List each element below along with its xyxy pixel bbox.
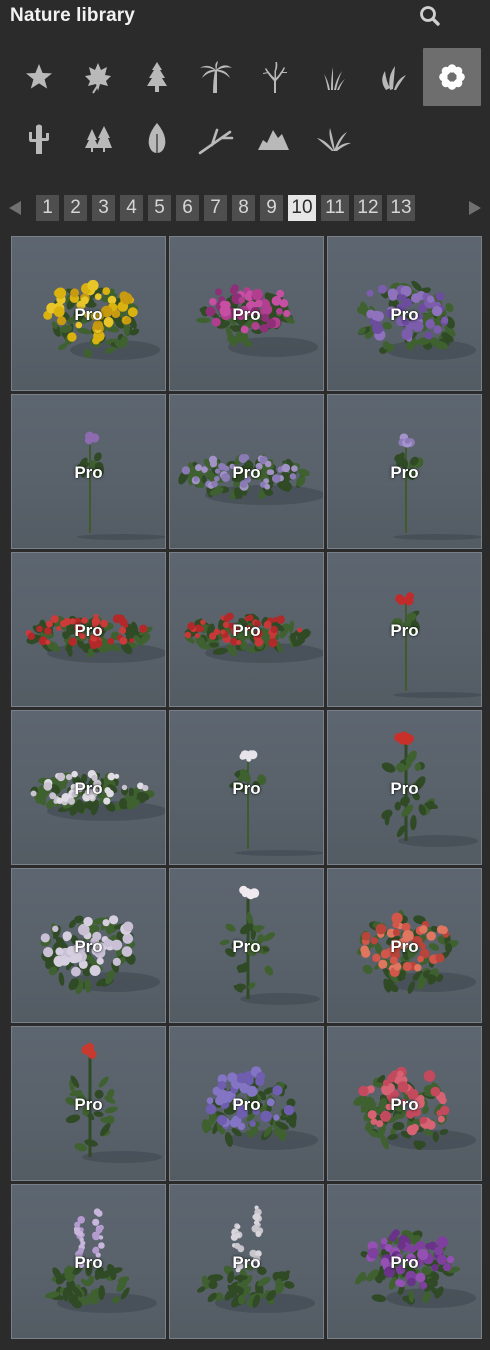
pro-badge: Pro	[232, 779, 261, 798]
asset-tile[interactable]: Pro	[11, 1184, 166, 1339]
asset-grid: Pro Pro Pro Pro Pro Pro Pro Pro Pro Pro Pro Pro Pro P…	[11, 236, 482, 1339]
page-button-4[interactable]: 4	[120, 195, 143, 221]
pro-badge: Pro	[232, 621, 261, 640]
category-conifer[interactable]	[128, 48, 186, 106]
asset-tile[interactable]: Pro	[169, 236, 324, 391]
page-button-5[interactable]: 5	[148, 195, 171, 221]
asset-tile[interactable]: Pro	[169, 1026, 324, 1181]
page-button-11[interactable]: 11	[321, 195, 349, 221]
pro-badge: Pro	[390, 305, 419, 324]
pro-badge: Pro	[232, 937, 261, 956]
triangle-right-icon	[469, 201, 481, 215]
pro-badge: Pro	[390, 779, 419, 798]
asset-tile[interactable]: Pro	[169, 1184, 324, 1339]
page-button-10[interactable]: 10	[288, 195, 316, 221]
palm-tree-icon	[200, 61, 232, 93]
rocks-icon	[258, 130, 289, 150]
pine-tree-icon	[147, 62, 167, 92]
pro-badge: Pro	[74, 779, 103, 798]
pro-badge: Pro	[74, 621, 103, 640]
star-icon	[26, 64, 52, 89]
page-button-3[interactable]: 3	[92, 195, 115, 221]
category-bare-tree[interactable]	[246, 48, 304, 106]
pro-badge: Pro	[390, 1253, 419, 1272]
page-button-7[interactable]: 7	[204, 195, 227, 221]
pro-badge: Pro	[232, 1095, 261, 1114]
pro-badge: Pro	[74, 1095, 103, 1114]
asset-tile[interactable]: Pro	[169, 868, 324, 1023]
pro-badge: Pro	[74, 463, 103, 482]
pro-badge: Pro	[232, 1253, 261, 1272]
category-single-leaf[interactable]	[128, 109, 186, 167]
category-palm[interactable]	[187, 48, 245, 106]
page-button-6[interactable]: 6	[176, 195, 199, 221]
pro-badge: Pro	[74, 937, 103, 956]
category-cactus[interactable]	[10, 109, 68, 167]
leaf-bush-icon	[382, 66, 406, 90]
search-button[interactable]	[417, 4, 443, 28]
category-favorites[interactable]	[10, 48, 68, 106]
asset-tile[interactable]: Pro	[327, 1184, 482, 1339]
pro-badge: Pro	[232, 305, 261, 324]
asset-tile[interactable]: Pro	[11, 394, 166, 549]
leaf-icon	[148, 123, 166, 156]
asset-tile[interactable]: Pro	[11, 1026, 166, 1181]
asset-tile[interactable]: Pro	[11, 710, 166, 865]
next-page-button[interactable]	[466, 197, 484, 219]
cactus-icon	[29, 124, 49, 154]
asset-tile[interactable]: Pro	[11, 868, 166, 1023]
page-button-8[interactable]: 8	[232, 195, 255, 221]
category-shrub[interactable]	[364, 48, 422, 106]
header: Nature library	[0, 0, 490, 34]
panel-title: Nature library	[10, 5, 135, 26]
category-leaf[interactable]	[69, 48, 127, 106]
page-button-9[interactable]: 9	[260, 195, 283, 221]
asset-tile[interactable]: Pro	[327, 868, 482, 1023]
pro-badge: Pro	[390, 937, 419, 956]
pagination: 1 2 3 4 5 6 7 8 9 10 11 12 13	[0, 194, 490, 222]
asset-tile[interactable]: Pro	[169, 394, 324, 549]
bare-tree-icon	[263, 62, 287, 93]
category-flowers[interactable]	[423, 48, 481, 106]
category-branch[interactable]	[187, 109, 245, 167]
pro-badge: Pro	[232, 463, 261, 482]
category-rocks[interactable]	[246, 109, 304, 167]
asset-tile[interactable]: Pro	[327, 236, 482, 391]
trees-icon	[85, 126, 112, 152]
asset-tile[interactable]: Pro	[169, 710, 324, 865]
maple-leaf-icon	[85, 63, 111, 94]
page-button-2[interactable]: 2	[64, 195, 87, 221]
triangle-left-icon	[9, 201, 21, 215]
pro-badge: Pro	[390, 463, 419, 482]
search-icon	[420, 6, 440, 26]
asset-tile[interactable]: Pro	[327, 1026, 482, 1181]
asset-tile[interactable]: Pro	[327, 710, 482, 865]
pro-badge: Pro	[390, 1095, 419, 1114]
page-button-1[interactable]: 1	[36, 195, 59, 221]
fern-icon	[317, 128, 351, 151]
asset-tile[interactable]: Pro	[327, 552, 482, 707]
flower-icon	[439, 64, 465, 90]
pro-badge: Pro	[74, 1253, 103, 1272]
asset-tile[interactable]: Pro	[11, 552, 166, 707]
page-button-12[interactable]: 12	[354, 195, 382, 221]
grass-icon	[324, 67, 345, 90]
asset-tile[interactable]: Pro	[169, 552, 324, 707]
page-button-13[interactable]: 13	[387, 195, 415, 221]
category-grass[interactable]	[305, 48, 363, 106]
category-fern[interactable]	[305, 109, 363, 167]
pro-badge: Pro	[390, 621, 419, 640]
pro-badge: Pro	[74, 305, 103, 324]
category-forest[interactable]	[69, 109, 127, 167]
asset-tile[interactable]: Pro	[11, 236, 166, 391]
branch-icon	[198, 128, 234, 155]
asset-tile[interactable]: Pro	[327, 394, 482, 549]
previous-page-button[interactable]	[6, 197, 24, 219]
